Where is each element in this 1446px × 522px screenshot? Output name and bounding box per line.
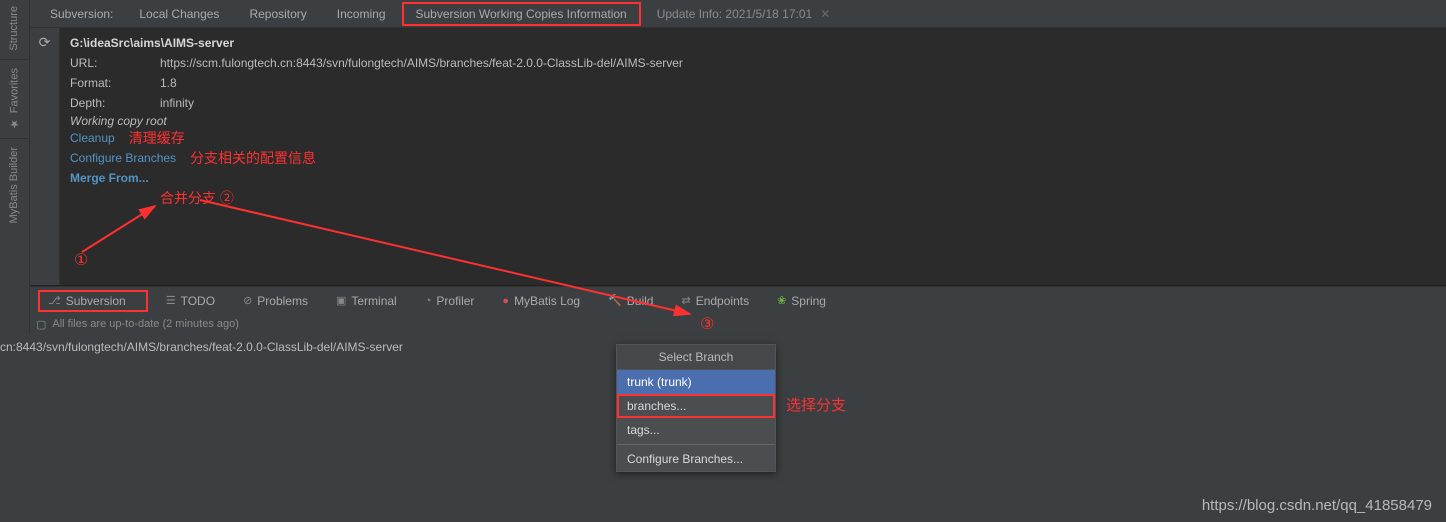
refresh-icon[interactable]: ⟳ bbox=[39, 34, 51, 51]
btab-mybatislog-label: MyBatis Log bbox=[514, 294, 580, 308]
btab-subversion[interactable]: ⎇ Subversion bbox=[38, 290, 148, 312]
watermark: https://blog.csdn.net/qq_41858479 bbox=[1202, 497, 1432, 514]
endpoints-icon: ⇄ bbox=[681, 294, 690, 307]
path-line: cn:8443/svn/fulongtech/AIMS/branches/fea… bbox=[0, 340, 403, 354]
select-branch-popup: Select Branch trunk (trunk) branches... … bbox=[616, 344, 776, 472]
annotation-configure: 分支相关的配置信息 bbox=[190, 148, 316, 168]
sidebar-favorites[interactable]: ★ Favorites bbox=[0, 62, 29, 136]
btab-endpoints[interactable]: ⇄ Endpoints bbox=[671, 290, 759, 312]
url-value: https://scm.fulongtech.cn:8443/svn/fulon… bbox=[160, 54, 683, 72]
working-copy-root-label: Working copy root bbox=[70, 114, 683, 128]
btab-mybatis-log[interactable]: ● MyBatis Log bbox=[492, 290, 590, 312]
terminal-icon: ▣ bbox=[336, 294, 346, 307]
tab-incoming[interactable]: Incoming bbox=[323, 2, 400, 26]
warning-icon: ⊘ bbox=[243, 294, 252, 307]
btab-subversion-label: Subversion bbox=[66, 294, 126, 308]
depth-value: infinity bbox=[160, 94, 194, 112]
star-icon: ★ bbox=[8, 117, 21, 130]
btab-terminal-label: Terminal bbox=[351, 294, 396, 308]
update-info-label: Update Info: 2021/5/18 17:01 bbox=[657, 7, 812, 21]
btab-todo[interactable]: ☰ TODO bbox=[156, 290, 225, 312]
hammer-icon: 🔨 bbox=[608, 294, 622, 307]
popup-item-branches[interactable]: branches... bbox=[617, 394, 775, 418]
tab-local-changes[interactable]: Local Changes bbox=[125, 2, 233, 26]
annotation-merge: 合并分支 ② bbox=[160, 188, 683, 208]
status-icon: ▢ bbox=[36, 318, 46, 331]
log-icon: ● bbox=[502, 295, 509, 307]
branch-icon: ⎇ bbox=[48, 294, 61, 307]
spring-icon: ❀ bbox=[777, 294, 786, 307]
merge-from-link[interactable]: Merge From... bbox=[70, 168, 149, 188]
format-label: Format: bbox=[70, 74, 160, 92]
popup-divider bbox=[617, 444, 775, 445]
popup-item-tags[interactable]: tags... bbox=[617, 418, 775, 442]
top-tabs: Subversion: Local Changes Repository Inc… bbox=[30, 0, 1446, 28]
btab-problems[interactable]: ⊘ Problems bbox=[233, 290, 318, 312]
btab-endpoints-label: Endpoints bbox=[696, 294, 749, 308]
annotation-marker-3: ③ bbox=[700, 314, 714, 334]
working-copy-path: G:\ideaSrc\aims\AIMS-server bbox=[70, 36, 683, 50]
popup-title: Select Branch bbox=[617, 345, 775, 370]
divider bbox=[0, 138, 29, 139]
bottom-tool-tabs: ⎇ Subversion ☰ TODO ⊘ Problems ▣ Terminal ◔… bbox=[30, 286, 1446, 314]
annotation-select-branch: 选择分支 bbox=[786, 394, 846, 415]
close-icon[interactable]: ✕ bbox=[820, 7, 830, 21]
btab-build[interactable]: 🔨 Build bbox=[598, 290, 663, 312]
favorites-label: Favorites bbox=[9, 68, 21, 113]
sidebar-mybatis[interactable]: MyBatis Builder bbox=[0, 141, 28, 229]
popup-item-configure[interactable]: Configure Branches... bbox=[617, 447, 775, 471]
btab-profiler[interactable]: ◔ Profiler bbox=[415, 290, 485, 312]
annotation-cleanup: 清理缓存 bbox=[129, 128, 185, 148]
btab-problems-label: Problems bbox=[257, 294, 308, 308]
btab-spring-label: Spring bbox=[791, 294, 826, 308]
tab-repository[interactable]: Repository bbox=[235, 2, 320, 26]
panel-gutter: ⟳ bbox=[30, 28, 60, 285]
tab-update-info[interactable]: Update Info: 2021/5/18 17:01 ✕ bbox=[643, 2, 845, 26]
cleanup-link[interactable]: Cleanup bbox=[70, 128, 115, 148]
btab-profiler-label: Profiler bbox=[436, 294, 474, 308]
btab-terminal[interactable]: ▣ Terminal bbox=[326, 290, 407, 312]
divider bbox=[0, 59, 29, 60]
structure-label: Structure bbox=[8, 6, 20, 51]
mybatis-label: MyBatis Builder bbox=[8, 147, 20, 223]
status-bar: ▢ All files are up-to-date (2 minutes ag… bbox=[30, 314, 1446, 334]
annotation-marker-1: ① bbox=[74, 250, 88, 270]
configure-branches-link[interactable]: Configure Branches bbox=[70, 148, 176, 168]
tabs-title: Subversion: bbox=[36, 2, 123, 26]
popup-item-trunk[interactable]: trunk (trunk) bbox=[617, 370, 775, 394]
profiler-icon: ◔ bbox=[425, 295, 432, 307]
tab-svn-working-copies-info[interactable]: Subversion Working Copies Information bbox=[402, 2, 641, 26]
sidebar-structure[interactable]: Structure bbox=[0, 0, 28, 57]
list-icon: ☰ bbox=[166, 294, 176, 307]
format-value: 1.8 bbox=[160, 74, 177, 92]
depth-label: Depth: bbox=[70, 94, 160, 112]
url-label: URL: bbox=[70, 54, 160, 72]
btab-spring[interactable]: ❀ Spring bbox=[767, 290, 836, 312]
working-copy-details: G:\ideaSrc\aims\AIMS-server URL: https:/… bbox=[70, 36, 683, 208]
btab-build-label: Build bbox=[627, 294, 654, 308]
working-copy-panel: ⟳ G:\ideaSrc\aims\AIMS-server URL: https… bbox=[30, 28, 1446, 286]
btab-todo-label: TODO bbox=[181, 294, 215, 308]
status-message: All files are up-to-date (2 minutes ago) bbox=[52, 318, 238, 330]
